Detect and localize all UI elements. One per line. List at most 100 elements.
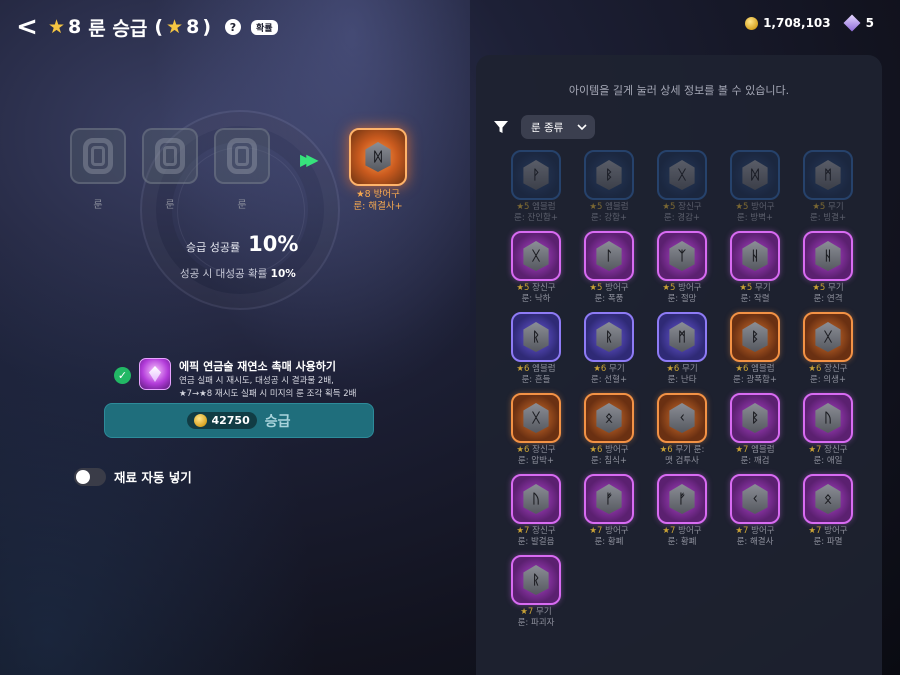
rune-stone-icon: ᛚ (596, 241, 622, 271)
rune-item[interactable]: ᛞ ★5 방어구 룬: 방벽+ (725, 150, 785, 224)
rune-item[interactable]: ᛚ ★5 방어구 룬: 폭풍 (579, 231, 639, 305)
probability-button[interactable]: 확률 (251, 19, 278, 35)
rune-item-box[interactable]: ᚷ (511, 231, 561, 281)
rune-name: 룬: 절망 (667, 294, 697, 304)
rune-name: 룬: 낙하 (521, 294, 551, 304)
rune-stone-icon: ᚷ (815, 322, 841, 352)
rune-item-box[interactable]: ᚢ (803, 393, 853, 443)
back-button[interactable]: < (16, 12, 38, 42)
rune-item[interactable]: ᚷ ★5 장신구 룬: 낙하 (506, 231, 566, 305)
auto-fill-toggle[interactable] (74, 467, 106, 486)
rune-name: 룬: 경감+ (663, 213, 701, 223)
rune-item-box[interactable]: ᚱ (511, 555, 561, 605)
rune-item-box[interactable]: ᛞ (730, 150, 780, 200)
rune-category: 장신구 (824, 445, 848, 455)
rune-name: 룬: 압박+ (517, 456, 555, 466)
rune-name: 룬: 해결사 (736, 537, 774, 547)
rune-name: 룬: 잔인함+ (514, 213, 558, 223)
rune-item-box[interactable]: ᚷ (511, 393, 561, 443)
rune-item-box[interactable]: ᚠ (584, 474, 634, 524)
rune-item[interactable]: ᛗ ★6 무기 룬: 난타 (652, 312, 712, 386)
result-rune[interactable]: ᛞ ★8 방어구 룬: 해결사+ (348, 128, 408, 213)
rune-stone-icon: ᛞ (742, 160, 768, 190)
rune-item-box[interactable]: ᛗ (657, 312, 707, 362)
rune-item[interactable]: ᛟ ★7 방어구 룬: 파멸 (798, 474, 858, 548)
help-icon[interactable]: ? (225, 19, 241, 35)
rune-stone-icon: ᛒ (742, 403, 768, 433)
rune-item[interactable]: ᚹ ★5 엠블럼 룬: 잔인함+ (506, 150, 566, 224)
empty-slot-box[interactable] (70, 128, 126, 184)
rune-item[interactable]: ᛒ ★6 엠블럼 룬: 광폭함+ (725, 312, 785, 386)
rune-item[interactable]: ᛉ ★5 방어구 룬: 절망 (652, 231, 712, 305)
rune-item[interactable]: ᚷ ★6 장신구 룬: 압박+ (506, 393, 566, 467)
epic-catalyst-option[interactable]: ✓ 에픽 연금술 재연소 촉매 사용하기 연금 실패 시 재시도, 대성공 시 … (114, 358, 357, 400)
catalyst-text: 에픽 연금술 재연소 촉매 사용하기 연금 실패 시 재시도, 대성공 시 결과… (179, 358, 357, 400)
upgrade-button[interactable]: 42750 승급 (104, 403, 374, 438)
result-rune-box[interactable]: ᛞ (349, 128, 407, 186)
rune-category: 장신구 (532, 445, 556, 455)
rune-name: 룬: 황폐 (594, 537, 624, 547)
filter-icon[interactable] (493, 119, 509, 135)
rune-item[interactable]: ᚱ ★6 무기 룬: 선혈+ (579, 312, 639, 386)
rune-item[interactable]: ᚺ ★5 무기 룬: 연격 (798, 231, 858, 305)
rune-item[interactable]: ᚱ ★6 엠블럼 룬: 흔들 (506, 312, 566, 386)
slot-label: 룬 (93, 200, 103, 211)
check-icon[interactable]: ✓ (114, 367, 131, 384)
rune-item-label: ★5 장신구 룬: 낙하 (516, 283, 555, 305)
rune-item-box[interactable]: ᛟ (584, 393, 634, 443)
rune-item-box[interactable]: ᛗ (803, 150, 853, 200)
rune-item-box[interactable]: ᛟ (803, 474, 853, 524)
long-press-hint: 아이템을 길게 눌러 상세 정보를 볼 수 있습니다. (568, 84, 790, 97)
rune-category: 엠블럼 (751, 364, 775, 374)
rune-item-box[interactable]: ᚺ (803, 231, 853, 281)
rune-item-box[interactable]: ᚷ (657, 150, 707, 200)
rune-category: 방어구 (824, 526, 848, 536)
rune-item-box[interactable]: ᚱ (511, 312, 561, 362)
rune-category: 방어구 (751, 202, 775, 212)
material-slot[interactable]: 룬 (214, 128, 270, 211)
rune-item-box[interactable]: ᛒ (730, 312, 780, 362)
rune-item[interactable]: ᚲ ★6 무기 룬: 맷 검투사 (652, 393, 712, 467)
rune-item[interactable]: ᛗ ★5 무기 룬: 빙결+ (798, 150, 858, 224)
rune-type-dropdown[interactable]: 룬 종류 (521, 115, 595, 139)
rune-item-box[interactable]: ᚲ (657, 393, 707, 443)
rune-stone-icon: ᚲ (669, 403, 695, 433)
rune-item[interactable]: ᚷ ★5 장신구 룬: 경감+ (652, 150, 712, 224)
rune-item-box[interactable]: ᚲ (730, 474, 780, 524)
rune-item[interactable]: ᚱ ★7 무기 룬: 파괴자 (506, 555, 566, 629)
empty-slot-box[interactable] (142, 128, 198, 184)
rune-tier: ★6 (735, 364, 749, 374)
empty-slot-box[interactable] (214, 128, 270, 184)
empty-rune-icon (227, 138, 257, 174)
rune-item-box[interactable]: ᚢ (511, 474, 561, 524)
rune-tier: ★5 (662, 202, 676, 212)
rune-item[interactable]: ᚷ ★6 장신구 룬: 의생+ (798, 312, 858, 386)
rune-item-box[interactable]: ᛒ (730, 393, 780, 443)
rune-item[interactable]: ᚺ ★5 무기 룬: 작렬 (725, 231, 785, 305)
rune-item-box[interactable]: ᛒ (584, 150, 634, 200)
rune-item-box[interactable]: ᛉ (657, 231, 707, 281)
rune-item[interactable]: ᚢ ★7 장신구 룬: 발걸음 (506, 474, 566, 548)
rune-item[interactable]: ᚠ ★7 방어구 룬: 황폐 (652, 474, 712, 548)
rune-category: 무기 (755, 283, 771, 293)
rune-item[interactable]: ᛒ ★5 엠블럼 룬: 강함+ (579, 150, 639, 224)
material-slot[interactable]: 룬 (142, 128, 198, 211)
rune-name: 룬: 폭풍 (594, 294, 624, 304)
rune-item-box[interactable]: ᚠ (657, 474, 707, 524)
material-slot[interactable]: 룬 (70, 128, 126, 211)
rune-stone-icon: ᚷ (523, 241, 549, 271)
rune-item-box[interactable]: ᚺ (730, 231, 780, 281)
rune-item[interactable]: ᛟ ★6 방어구 룬: 침식+ (579, 393, 639, 467)
rune-item-box[interactable]: ᛚ (584, 231, 634, 281)
rune-item[interactable]: ᚢ ★7 장신구 룬: 애일 (798, 393, 858, 467)
rune-item-box[interactable]: ᚱ (584, 312, 634, 362)
catalyst-title: 에픽 연금술 재연소 촉매 사용하기 (179, 360, 336, 373)
rune-tier: ★6 (659, 445, 673, 455)
rune-item[interactable]: ᚲ ★7 방어구 룬: 해결사 (725, 474, 785, 548)
rune-item-box[interactable]: ᚷ (803, 312, 853, 362)
rune-item[interactable]: ᛒ ★7 엠블럼 룬: 깨검 (725, 393, 785, 467)
currency-bar: 1,708,103 5 (745, 14, 874, 32)
rune-item-box[interactable]: ᚹ (511, 150, 561, 200)
rune-item[interactable]: ᚠ ★7 방어구 룬: 황폐 (579, 474, 639, 548)
rune-tier: ★7 (516, 526, 530, 536)
